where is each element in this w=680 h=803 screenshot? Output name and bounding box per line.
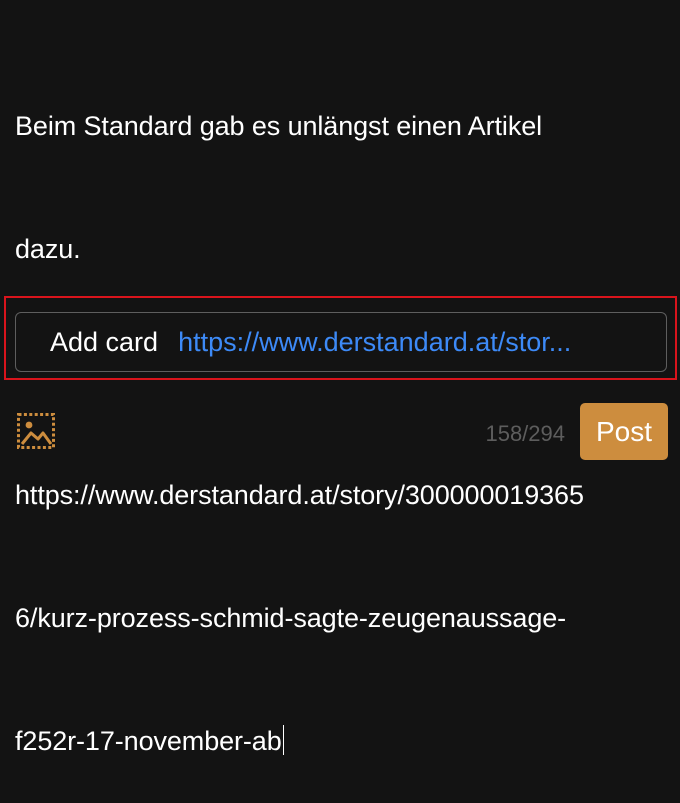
compose-text-line: 6/kurz-prozess-schmid-sagte-zeugenaussag… <box>15 603 567 633</box>
image-icon-graphic <box>17 413 55 449</box>
add-card-button[interactable]: Add card https://www.derstandard.at/stor… <box>15 312 667 372</box>
add-card-label: Add card <box>50 326 159 357</box>
compose-text-last-line: f252r-17-november-ab <box>15 721 675 762</box>
post-button[interactable]: Post <box>580 403 668 460</box>
compose-text-line: f252r-17-november-ab <box>15 726 282 756</box>
text-cursor <box>282 725 285 755</box>
add-card-url: https://www.derstandard.at/stor... <box>178 326 572 357</box>
character-count: 158/294 <box>485 421 565 446</box>
compose-text-line: Beim Standard gab es unlängst einen Arti… <box>15 111 543 141</box>
compose-text-area[interactable]: Beim Standard gab es unlängst einen Arti… <box>15 24 675 803</box>
compose-text-line: dazu. <box>15 234 81 264</box>
compose-text-line: https://www.derstandard.at/story/3000000… <box>15 480 584 510</box>
image-icon[interactable] <box>17 413 55 449</box>
